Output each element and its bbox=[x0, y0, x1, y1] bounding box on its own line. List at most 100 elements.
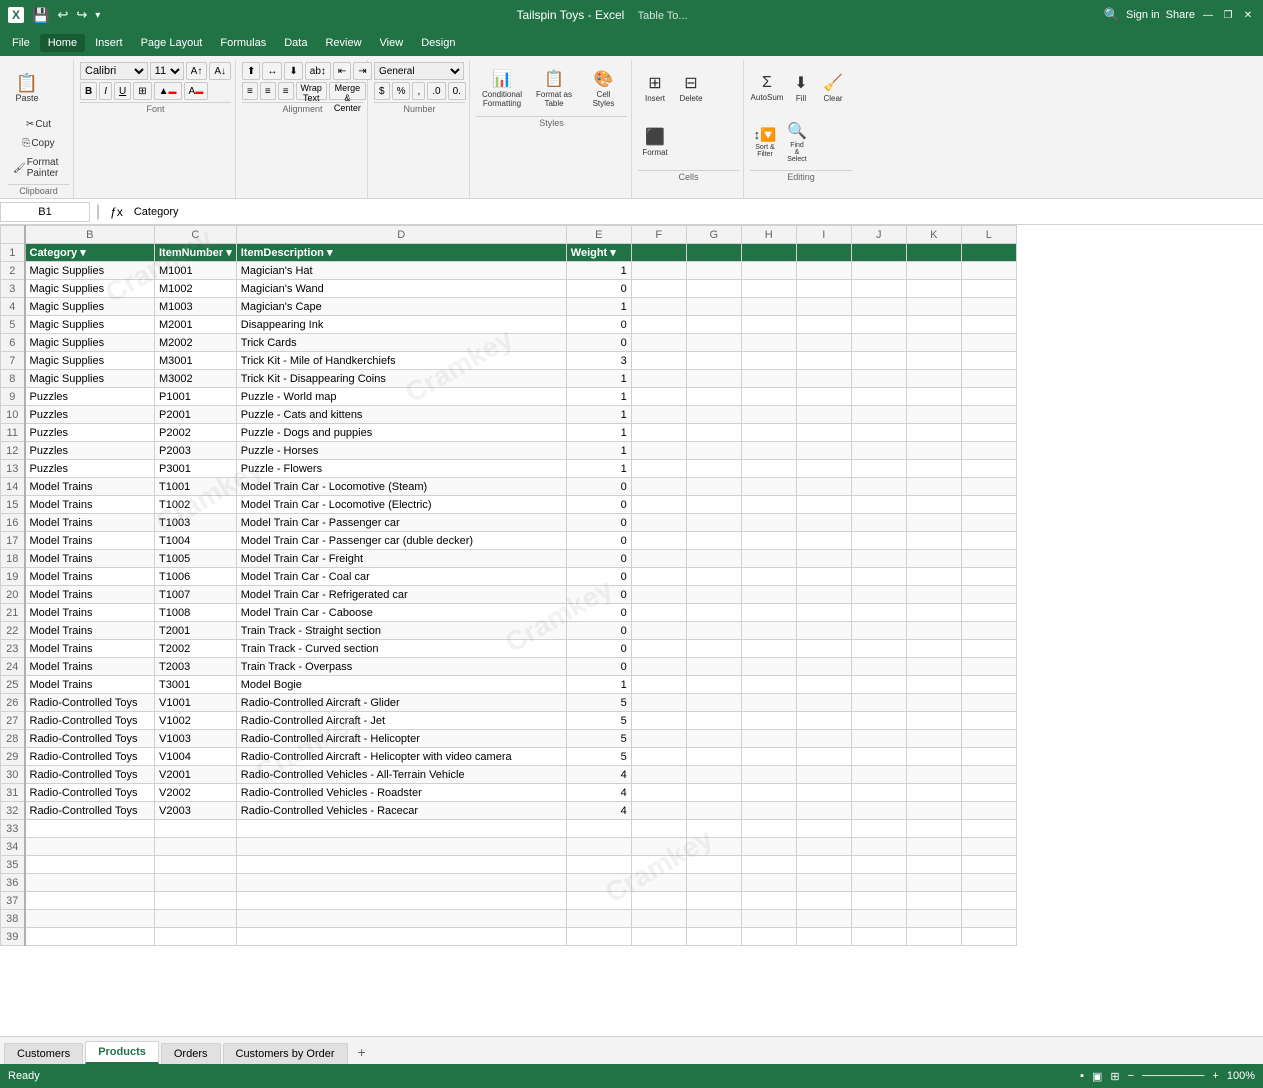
cell-d-11[interactable]: Puzzle - Dogs and puppies bbox=[236, 424, 566, 442]
cell-c-25[interactable]: T3001 bbox=[155, 676, 237, 694]
empty-cell[interactable] bbox=[631, 280, 686, 298]
cell-c-23[interactable]: T2002 bbox=[155, 640, 237, 658]
empty-cell[interactable] bbox=[741, 730, 796, 748]
empty-cell[interactable] bbox=[796, 370, 851, 388]
empty-cell[interactable] bbox=[741, 676, 796, 694]
header-j[interactable] bbox=[851, 244, 906, 262]
wrap-text-button[interactable]: Wrap Text bbox=[296, 82, 327, 100]
empty-cell[interactable] bbox=[961, 442, 1016, 460]
cell-b-17[interactable]: Model Trains bbox=[25, 532, 155, 550]
cell-e-23[interactable]: 0 bbox=[566, 640, 631, 658]
empty-cell[interactable] bbox=[741, 604, 796, 622]
cell-c-37[interactable] bbox=[155, 892, 237, 910]
empty-cell[interactable] bbox=[906, 784, 961, 802]
cell-e-39[interactable] bbox=[566, 928, 631, 946]
cell-b-19[interactable]: Model Trains bbox=[25, 568, 155, 586]
cell-d-31[interactable]: Radio-Controlled Vehicles - Roadster bbox=[236, 784, 566, 802]
empty-cell[interactable] bbox=[631, 442, 686, 460]
empty-cell[interactable] bbox=[851, 910, 906, 928]
cell-d-34[interactable] bbox=[236, 838, 566, 856]
empty-cell[interactable] bbox=[631, 460, 686, 478]
empty-cell[interactable] bbox=[851, 388, 906, 406]
empty-cell[interactable] bbox=[906, 442, 961, 460]
empty-cell[interactable] bbox=[796, 496, 851, 514]
cell-e-6[interactable]: 0 bbox=[566, 334, 631, 352]
empty-cell[interactable] bbox=[796, 748, 851, 766]
empty-cell[interactable] bbox=[796, 586, 851, 604]
empty-cell[interactable] bbox=[741, 298, 796, 316]
empty-cell[interactable] bbox=[796, 874, 851, 892]
cell-c-13[interactable]: P3001 bbox=[155, 460, 237, 478]
empty-cell[interactable] bbox=[906, 478, 961, 496]
cell-d-4[interactable]: Magician's Cape bbox=[236, 298, 566, 316]
cell-b-34[interactable] bbox=[25, 838, 155, 856]
format-button[interactable]: ⬛ Format bbox=[638, 116, 672, 168]
empty-cell[interactable] bbox=[851, 874, 906, 892]
cell-b-33[interactable] bbox=[25, 820, 155, 838]
empty-cell[interactable] bbox=[741, 334, 796, 352]
empty-cell[interactable] bbox=[686, 568, 741, 586]
empty-cell[interactable] bbox=[686, 784, 741, 802]
empty-cell[interactable] bbox=[686, 730, 741, 748]
empty-cell[interactable] bbox=[631, 406, 686, 424]
empty-cell[interactable] bbox=[631, 658, 686, 676]
cell-d-16[interactable]: Model Train Car - Passenger car bbox=[236, 514, 566, 532]
empty-cell[interactable] bbox=[851, 838, 906, 856]
cell-b-35[interactable] bbox=[25, 856, 155, 874]
header-item-description[interactable]: ItemDescription ▾ bbox=[236, 244, 566, 262]
align-middle-button[interactable]: ↔ bbox=[262, 62, 282, 80]
header-f[interactable] bbox=[631, 244, 686, 262]
empty-cell[interactable] bbox=[961, 928, 1016, 946]
cell-b-21[interactable]: Model Trains bbox=[25, 604, 155, 622]
empty-cell[interactable] bbox=[796, 910, 851, 928]
cell-d-21[interactable]: Model Train Car - Caboose bbox=[236, 604, 566, 622]
sort-filter-button[interactable]: ↕🔽 Sort & Filter bbox=[750, 116, 780, 168]
empty-cell[interactable] bbox=[686, 928, 741, 946]
empty-cell[interactable] bbox=[686, 496, 741, 514]
empty-cell[interactable] bbox=[851, 442, 906, 460]
empty-cell[interactable] bbox=[906, 316, 961, 334]
empty-cell[interactable] bbox=[906, 910, 961, 928]
empty-cell[interactable] bbox=[961, 784, 1016, 802]
empty-cell[interactable] bbox=[961, 388, 1016, 406]
copy-button[interactable]: ⎘ Copy bbox=[8, 135, 69, 152]
cell-c-35[interactable] bbox=[155, 856, 237, 874]
cell-d-18[interactable]: Model Train Car - Freight bbox=[236, 550, 566, 568]
cell-d-22[interactable]: Train Track - Straight section bbox=[236, 622, 566, 640]
empty-cell[interactable] bbox=[851, 460, 906, 478]
empty-cell[interactable] bbox=[686, 316, 741, 334]
empty-cell[interactable] bbox=[631, 802, 686, 820]
empty-cell[interactable] bbox=[741, 712, 796, 730]
cell-c-36[interactable] bbox=[155, 874, 237, 892]
empty-cell[interactable] bbox=[796, 856, 851, 874]
cell-e-19[interactable]: 0 bbox=[566, 568, 631, 586]
col-header-i[interactable]: I bbox=[796, 226, 851, 244]
cell-c-22[interactable]: T2001 bbox=[155, 622, 237, 640]
cell-b-38[interactable] bbox=[25, 910, 155, 928]
delete-button[interactable]: ⊟ Delete bbox=[674, 62, 708, 114]
decrease-font-button[interactable]: A↓ bbox=[209, 62, 231, 80]
minimize-button[interactable]: — bbox=[1201, 8, 1215, 22]
cell-c-3[interactable]: M1002 bbox=[155, 280, 237, 298]
tab-customers[interactable]: Customers bbox=[4, 1043, 83, 1064]
empty-cell[interactable] bbox=[961, 622, 1016, 640]
cell-c-7[interactable]: M3001 bbox=[155, 352, 237, 370]
cell-b-5[interactable]: Magic Supplies bbox=[25, 316, 155, 334]
empty-cell[interactable] bbox=[851, 280, 906, 298]
empty-cell[interactable] bbox=[631, 694, 686, 712]
cell-b-23[interactable]: Model Trains bbox=[25, 640, 155, 658]
cell-b-37[interactable] bbox=[25, 892, 155, 910]
empty-cell[interactable] bbox=[631, 622, 686, 640]
empty-cell[interactable] bbox=[906, 874, 961, 892]
empty-cell[interactable] bbox=[851, 334, 906, 352]
align-bottom-button[interactable]: ⬇ bbox=[284, 62, 302, 80]
empty-cell[interactable] bbox=[741, 388, 796, 406]
empty-cell[interactable] bbox=[906, 388, 961, 406]
col-header-e[interactable]: E bbox=[566, 226, 631, 244]
cell-d-10[interactable]: Puzzle - Cats and kittens bbox=[236, 406, 566, 424]
empty-cell[interactable] bbox=[961, 748, 1016, 766]
cell-c-20[interactable]: T1007 bbox=[155, 586, 237, 604]
empty-cell[interactable] bbox=[686, 874, 741, 892]
cell-e-21[interactable]: 0 bbox=[566, 604, 631, 622]
empty-cell[interactable] bbox=[961, 370, 1016, 388]
